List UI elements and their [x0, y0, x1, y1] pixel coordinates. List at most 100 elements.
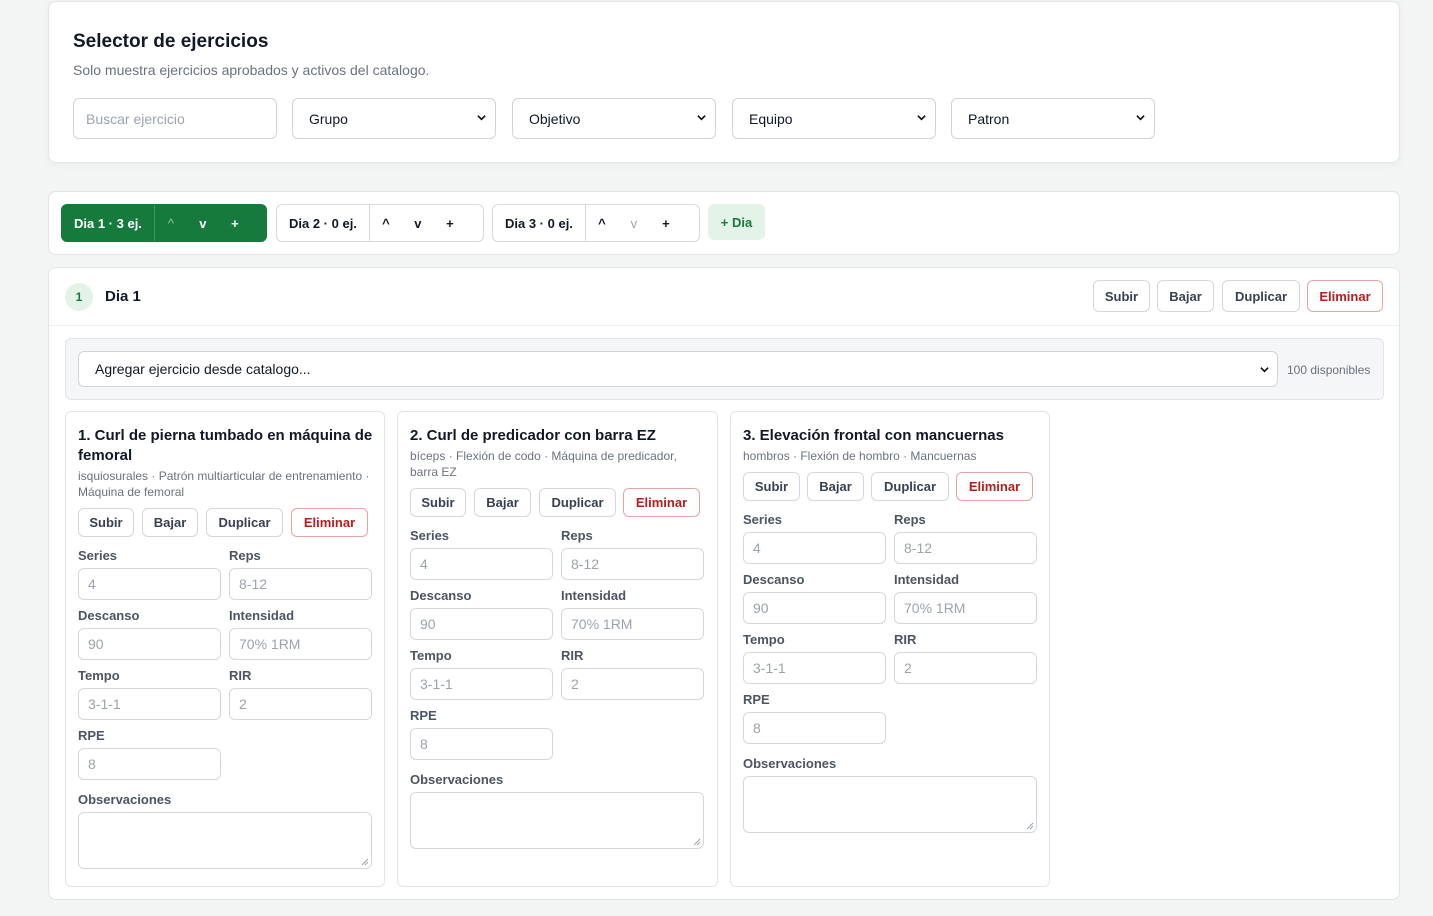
resize-grip-icon [1026, 822, 1034, 830]
intensity-label: Intensidad [229, 608, 295, 623]
exercise-meta: hombros · Flexión de hombro · Mancuernas [743, 449, 977, 463]
rir-field[interactable]: 2 [894, 652, 1037, 684]
exercise-up-button[interactable]: Subir [410, 488, 466, 517]
day-down-button[interactable]: Bajar [1157, 280, 1214, 312]
series-field[interactable]: 4 [743, 532, 886, 564]
tempo-field[interactable]: 3-1-1 [743, 652, 886, 684]
notes-textarea[interactable] [78, 812, 372, 869]
day-title: Dia 1 [105, 288, 141, 305]
rest-field[interactable]: 90 [743, 592, 886, 624]
exercise-down-button[interactable]: Bajar [807, 472, 864, 501]
rest-label: Descanso [743, 572, 805, 587]
day-panel: 1 Dia 1 Subir Bajar Duplicar Eliminar Ag… [48, 267, 1400, 900]
days-bar: Dia 1 · 3 ej. ^ v + Dia 2 · 0 ej. ^ v + … [48, 191, 1400, 255]
reps-field[interactable]: 8-12 [894, 532, 1037, 564]
pattern-filter-select[interactable]: Patron [951, 98, 1155, 139]
move-day-up-button[interactable]: ^ [155, 216, 187, 231]
notes-textarea[interactable] [410, 792, 704, 849]
rir-field[interactable]: 2 [561, 668, 704, 700]
chevron-down-icon [917, 115, 926, 121]
day-duplicate-button[interactable]: Duplicar [1222, 280, 1300, 312]
rest-field[interactable]: 90 [78, 628, 221, 660]
exercise-card: 2. Curl de predicador con barra EZ bícep… [397, 411, 718, 887]
add-exercise-select[interactable]: Agregar ejercicio desde catalogo... [78, 351, 1278, 387]
resize-grip-icon [361, 858, 369, 866]
exercise-duplicate-button[interactable]: Duplicar [871, 472, 949, 501]
reps-label: Reps [561, 528, 593, 543]
intensity-field[interactable]: 70% 1RM [561, 608, 704, 640]
rpe-field[interactable]: 8 [743, 712, 886, 744]
exercise-delete-button[interactable]: Eliminar [956, 472, 1033, 501]
move-day-down-button[interactable]: v [402, 216, 434, 231]
add-to-day-button[interactable]: + [434, 216, 466, 231]
move-day-down-button[interactable]: v [618, 216, 650, 231]
objective-filter-select[interactable]: Objetivo [512, 98, 716, 139]
intensity-label: Intensidad [561, 588, 627, 603]
equipment-filter-value: Equipo [749, 110, 793, 127]
exercise-delete-button[interactable]: Eliminar [623, 488, 700, 517]
rpe-field[interactable]: 8 [410, 728, 553, 760]
equipment-filter-select[interactable]: Equipo [732, 98, 936, 139]
rpe-label: RPE [78, 728, 105, 743]
rest-field[interactable]: 90 [410, 608, 553, 640]
exercise-delete-button[interactable]: Eliminar [291, 508, 368, 537]
rpe-label: RPE [410, 708, 437, 723]
series-label: Series [410, 528, 450, 543]
rest-label: Descanso [410, 588, 472, 603]
reps-field[interactable]: 8-12 [229, 568, 372, 600]
series-field[interactable]: 4 [78, 568, 221, 600]
day-up-button[interactable]: Subir [1093, 280, 1150, 312]
chevron-down-icon [697, 115, 706, 121]
exercise-duplicate-button[interactable]: Duplicar [206, 508, 283, 537]
exercise-up-button[interactable]: Subir [743, 472, 800, 501]
exercise-down-button[interactable]: Bajar [474, 488, 531, 517]
series-field[interactable]: 4 [410, 548, 553, 580]
day-delete-button[interactable]: Eliminar [1307, 280, 1383, 312]
move-day-up-button[interactable]: ^ [370, 216, 402, 231]
rpe-field[interactable]: 8 [78, 748, 221, 780]
reps-field[interactable]: 8-12 [561, 548, 704, 580]
chevron-down-icon [1260, 367, 1269, 373]
rir-label: RIR [561, 648, 584, 663]
add-day-button[interactable]: + Dia [708, 204, 765, 240]
notes-textarea[interactable] [743, 776, 1037, 833]
move-day-down-button[interactable]: v [187, 216, 219, 231]
day-tab-label[interactable]: Dia 2 · 0 ej. [277, 205, 370, 241]
exercise-name: 2. Curl de predicador con barra EZ [410, 427, 656, 444]
intensity-field[interactable]: 70% 1RM [229, 628, 372, 660]
intensity-field[interactable]: 70% 1RM [894, 592, 1037, 624]
series-label: Series [78, 548, 118, 563]
chevron-down-icon [477, 115, 486, 121]
resize-grip-icon [693, 838, 701, 846]
add-exercise-select-value: Agregar ejercicio desde catalogo... [95, 361, 311, 377]
exercise-card: 3. Elevación frontal con mancuernas homb… [730, 411, 1050, 887]
exercise-selector-card: Selector de ejercicios Solo muestra ejer… [48, 1, 1400, 163]
series-label: Series [743, 512, 783, 527]
rest-label: Descanso [78, 608, 140, 623]
search-input[interactable]: Buscar ejercicio [73, 98, 277, 139]
pattern-filter-value: Patron [968, 110, 1010, 127]
rir-field[interactable]: 2 [229, 688, 372, 720]
exercise-up-button[interactable]: Subir [78, 508, 134, 537]
notes-label: Observaciones [410, 772, 504, 787]
exercise-duplicate-button[interactable]: Duplicar [539, 488, 616, 517]
tempo-field[interactable]: 3-1-1 [410, 668, 553, 700]
add-to-day-button[interactable]: + [219, 216, 251, 231]
day-tab-label[interactable]: Dia 1 · 3 ej. [62, 205, 155, 241]
reps-label: Reps [229, 548, 261, 563]
tempo-field[interactable]: 3-1-1 [78, 688, 221, 720]
chevron-down-icon [1136, 115, 1145, 121]
day-number-badge: 1 [65, 283, 93, 311]
group-filter-select[interactable]: Grupo [292, 98, 496, 139]
move-day-up-button[interactable]: ^ [586, 216, 618, 231]
add-exercise-bar: Agregar ejercicio desde catalogo... 100 … [65, 338, 1384, 400]
rir-label: RIR [894, 632, 917, 647]
exercise-meta: isquiosurales · Patrón multiarticular de… [78, 469, 370, 499]
rpe-label: RPE [743, 692, 770, 707]
day-tab-label[interactable]: Dia 3 · 0 ej. [493, 205, 586, 241]
notes-label: Observaciones [78, 792, 172, 807]
add-to-day-button[interactable]: + [650, 216, 682, 231]
notes-label: Observaciones [743, 756, 837, 771]
reps-label: Reps [894, 512, 926, 527]
exercise-down-button[interactable]: Bajar [142, 508, 198, 537]
